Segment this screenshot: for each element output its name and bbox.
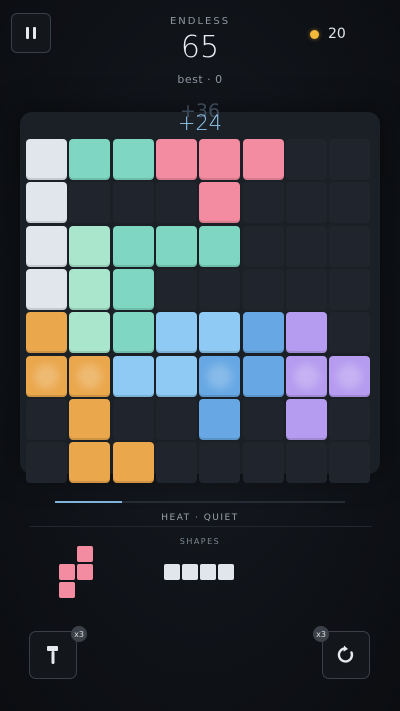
piece-block [77, 546, 93, 562]
hammer-count-badge: x3 [71, 626, 87, 642]
board-tile-sky[interactable] [155, 355, 197, 397]
board-cell-empty[interactable] [112, 182, 154, 224]
board-cell-empty[interactable] [285, 182, 327, 224]
piece-block [182, 564, 198, 580]
board-tile-mint[interactable] [112, 225, 154, 267]
board-tile-mint[interactable] [155, 225, 197, 267]
board-tile-orange[interactable] [112, 442, 154, 484]
board-cell-empty[interactable] [329, 225, 371, 267]
board-tile-sky[interactable] [155, 312, 197, 354]
board-tile-sky[interactable] [199, 312, 241, 354]
board-cell-empty[interactable] [155, 182, 197, 224]
board-tile-white[interactable] [26, 182, 67, 224]
board-tile-purple[interactable] [329, 355, 371, 397]
board-tile-blue[interactable] [199, 398, 241, 440]
board-tile-orange[interactable] [26, 312, 67, 354]
board-cell-empty[interactable] [69, 182, 111, 224]
board-tile-orange[interactable] [69, 398, 111, 440]
board-cell-empty[interactable] [112, 398, 154, 440]
piece-block [218, 564, 234, 580]
piece-block [77, 564, 93, 580]
board-cell-empty[interactable] [155, 268, 197, 310]
board-cell-empty[interactable] [329, 139, 371, 180]
board-cell-empty[interactable] [329, 442, 371, 484]
board-tile-mint_light[interactable] [69, 312, 111, 354]
board-tile-mint_light[interactable] [69, 225, 111, 267]
board-cell-empty[interactable] [242, 225, 284, 267]
board-tile-blue[interactable] [199, 355, 241, 397]
board-cell-empty[interactable] [242, 442, 284, 484]
board-cell-empty[interactable] [329, 268, 371, 310]
piece-block [200, 564, 216, 580]
board-tile-purple[interactable] [285, 355, 327, 397]
board-tile-pink[interactable] [155, 139, 197, 180]
board-tile-pink[interactable] [199, 139, 241, 180]
piece-block [59, 582, 75, 598]
board-tile-white[interactable] [26, 268, 67, 310]
piece-block [59, 564, 75, 580]
board-cell-empty[interactable] [285, 268, 327, 310]
coin-count: 20 [328, 26, 346, 42]
hammer-tool-button[interactable] [29, 631, 77, 679]
board-tile-mint[interactable] [112, 139, 154, 180]
board-cell-empty[interactable] [242, 182, 284, 224]
board-cell-empty[interactable] [242, 268, 284, 310]
board-tile-white[interactable] [26, 139, 67, 180]
heat-progress-fill [55, 501, 122, 503]
board-cell-empty[interactable] [199, 268, 241, 310]
board-tile-orange[interactable] [26, 355, 67, 397]
board-cell-empty[interactable] [199, 442, 241, 484]
board-cell-empty[interactable] [329, 182, 371, 224]
board-cell-empty[interactable] [26, 442, 67, 484]
board-tile-orange[interactable] [69, 355, 111, 397]
board-cell-empty[interactable] [329, 312, 371, 354]
divider [30, 526, 372, 527]
board-tile-mint_light[interactable] [69, 268, 111, 310]
board-tile-mint[interactable] [69, 139, 111, 180]
coin-counter: 20 [310, 26, 346, 42]
piece-block [164, 564, 180, 580]
board-cell-empty[interactable] [285, 225, 327, 267]
board-tile-purple[interactable] [285, 312, 327, 354]
game-board[interactable] [26, 139, 372, 485]
board-tile-purple[interactable] [285, 398, 327, 440]
board-tile-blue[interactable] [242, 312, 284, 354]
board-tile-white[interactable] [26, 225, 67, 267]
board-cell-empty[interactable] [155, 398, 197, 440]
board-cell-empty[interactable] [285, 442, 327, 484]
board-cell-empty[interactable] [329, 398, 371, 440]
board-tile-mint[interactable] [112, 312, 154, 354]
board-tile-mint[interactable] [112, 268, 154, 310]
board-tile-sky[interactable] [112, 355, 154, 397]
board-tile-pink[interactable] [242, 139, 284, 180]
board-cell-empty[interactable] [26, 398, 67, 440]
heat-status: HEAT · QUIET [161, 513, 239, 523]
best-score: best · 0 [177, 73, 223, 86]
undo-count-badge: x3 [313, 626, 329, 642]
board-tile-orange[interactable] [69, 442, 111, 484]
board-tile-pink[interactable] [199, 182, 241, 224]
board-tile-mint[interactable] [199, 225, 241, 267]
hammer-icon [47, 646, 58, 664]
board-cell-empty[interactable] [285, 139, 327, 180]
shapes-label: SHAPES [179, 537, 221, 546]
heat-progress-bar [55, 501, 345, 503]
board-cell-empty[interactable] [242, 398, 284, 440]
undo-button[interactable] [322, 631, 370, 679]
board-tile-blue[interactable] [242, 355, 284, 397]
board-cell-empty[interactable] [155, 442, 197, 484]
undo-icon [337, 645, 354, 663]
score-gain-popup: +24 [177, 111, 223, 135]
coin-icon [310, 29, 319, 39]
